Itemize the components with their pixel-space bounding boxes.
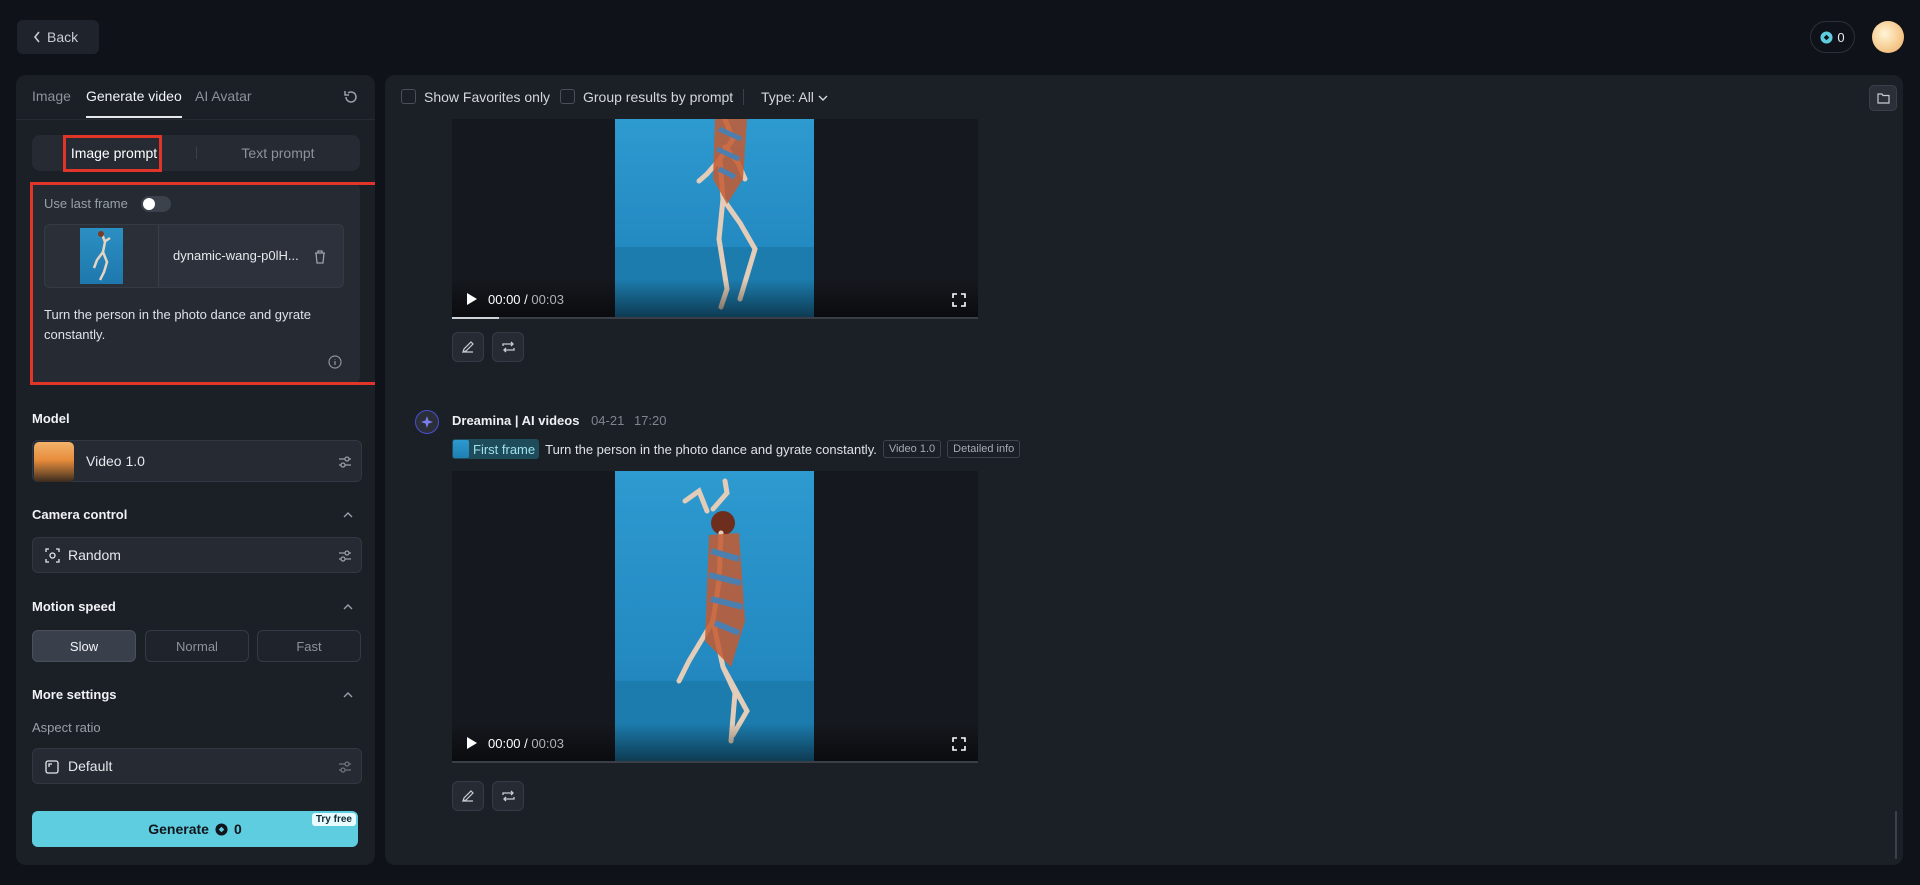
camera-section-title: Camera control [32,507,128,522]
tab-generate-video[interactable]: Generate video [86,88,182,104]
chevron-left-icon [33,31,40,43]
model-tag[interactable]: Video 1.0 [882,440,942,458]
aspect-ratio-icon [45,760,59,774]
user-avatar[interactable] [1872,21,1904,53]
model-section-title: Model [32,411,70,426]
more-settings-title: More settings [32,687,117,702]
video-controls: 00:00 / 00:03 [452,723,978,763]
first-frame-chip[interactable]: First frame [452,439,540,459]
result-header: Dreamina | AI videos 04-21 17:20 [452,413,666,428]
repeat-icon [501,790,515,802]
speed-slow-button[interactable]: Slow [32,630,136,662]
credits-count: 0 [1837,29,1845,45]
chevron-up-icon[interactable] [342,509,354,521]
credit-icon [1820,30,1833,44]
refresh-icon[interactable] [342,88,360,106]
star-icon [421,416,433,428]
generate-button[interactable]: Generate 0 Try free [32,811,358,847]
model-name: Video 1.0 [86,453,145,469]
tab-image[interactable]: Image [32,88,71,104]
first-frame-label: First frame [473,441,536,457]
model-thumbnail [34,442,74,482]
result-date: 04-21 [591,413,625,428]
type-filter-label: Type: All [761,89,814,105]
highlight-prompt-card [30,182,375,385]
tab-bar: Image Generate video AI Avatar [16,75,375,120]
edit-button[interactable] [452,332,484,362]
aspect-ratio-label: Aspect ratio [32,720,101,735]
video-time-current: 00:00 [488,292,521,307]
camera-focus-icon [45,548,60,563]
sliders-icon[interactable] [337,759,353,775]
camera-control-value: Random [68,547,121,563]
camera-control-selector[interactable]: Random [32,537,362,573]
detailed-info-tag[interactable]: Detailed info [947,440,1021,458]
sliders-icon[interactable] [337,454,353,470]
generate-label: Generate [148,821,209,837]
pencil-icon [462,341,474,353]
video-time: 00:00 / 00:03 [488,292,564,307]
speed-fast-button[interactable]: Fast [257,630,361,662]
video-progress-bar[interactable] [452,317,978,319]
results-scrollbar[interactable] [1895,811,1897,859]
back-button[interactable]: Back [17,20,99,54]
generate-credits: 0 [233,821,242,837]
credit-icon [215,822,228,836]
play-icon[interactable] [466,736,478,750]
try-free-badge: Try free [311,813,356,826]
edit-button[interactable] [452,781,484,811]
video-progress-bar[interactable] [452,761,978,763]
type-filter-dropdown[interactable]: Type: All [761,89,828,105]
play-icon[interactable] [466,292,478,306]
dancer-figure [615,478,814,763]
video-progress-fill [452,317,500,319]
tab-ai-avatar[interactable]: AI Avatar [195,88,252,104]
result-prompt-line: First frame Turn the person in the photo… [452,439,1021,459]
video-player[interactable]: 00:00 / 00:03 [452,119,978,319]
segment-divider [196,147,197,159]
speed-normal-button[interactable]: Normal [145,630,249,662]
chevron-up-icon[interactable] [342,601,354,613]
fullscreen-icon[interactable] [952,293,966,307]
back-label: Back [47,29,79,45]
video-controls: 00:00 / 00:03 [452,279,978,319]
text-prompt-tab[interactable]: Text prompt [212,135,344,171]
video-time-total: 00:03 [531,292,564,307]
first-frame-thumbnail [453,440,469,458]
result-time: 17:20 [633,413,667,428]
regenerate-button[interactable] [492,332,524,362]
dreamina-logo [415,410,439,434]
folder-icon [1877,93,1890,104]
result-author: Dreamina | AI videos [452,413,580,428]
chevron-up-icon[interactable] [342,689,354,701]
results-panel: Show Favorites only Group results by pro… [385,75,1903,865]
pencil-icon [462,790,474,802]
filter-bar: Show Favorites only Group results by pro… [385,75,1903,119]
active-tab-indicator [86,116,182,118]
aspect-ratio-selector[interactable]: Default [32,748,362,784]
generation-panel: Image Generate video AI Avatar Image pro… [16,75,375,865]
video-frame [615,471,814,763]
chevron-down-icon [818,95,828,101]
filter-divider [743,89,744,105]
group-by-prompt-checkbox[interactable] [560,89,575,104]
highlight-image-prompt [63,135,162,172]
video-time-total: 00:03 [531,736,564,751]
video-time: 00:00 / 00:03 [488,736,564,751]
motion-section-title: Motion speed [32,599,116,614]
folder-button[interactable] [1869,85,1897,111]
model-selector[interactable]: Video 1.0 [32,440,362,482]
video-time-current: 00:00 [488,736,521,751]
group-by-prompt-label[interactable]: Group results by prompt [583,89,733,105]
aspect-ratio-value: Default [68,758,113,774]
regenerate-button[interactable] [492,781,524,811]
sliders-icon[interactable] [337,548,353,564]
result-prompt: Turn the person in the photo dance and g… [545,441,877,457]
fullscreen-icon[interactable] [952,737,966,751]
video-player[interactable]: 00:00 / 00:03 [452,471,978,763]
favorites-checkbox[interactable] [401,89,416,104]
favorites-label[interactable]: Show Favorites only [424,89,550,105]
repeat-icon [501,341,515,353]
credits-badge[interactable]: 0 [1810,21,1855,53]
